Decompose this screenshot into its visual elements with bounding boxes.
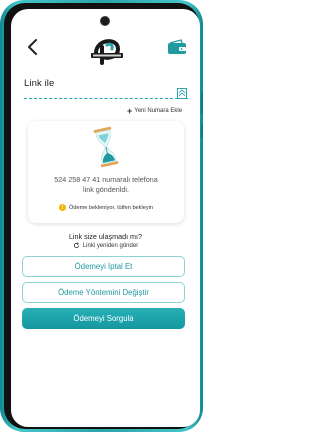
front-camera	[100, 16, 110, 26]
plus-icon: +	[127, 106, 133, 116]
back-button[interactable]	[24, 37, 42, 57]
cancel-payment-button[interactable]: Ödemeyi İptal Et	[22, 256, 185, 277]
change-payment-method-button[interactable]: Ödeme Yöntemini Değiştir	[22, 282, 185, 303]
wallet-icon	[168, 39, 186, 54]
resend-link[interactable]: Linki yeniden gönder	[11, 242, 200, 249]
device-bezel: Link ile + Yeni Numara Ekle 524 258 47 4…	[4, 3, 200, 429]
flag-icon[interactable]	[177, 86, 187, 99]
wallet-button[interactable]	[167, 39, 187, 55]
add-number-label: Yeni Numara Ekle	[134, 108, 183, 114]
app-logo-icon	[91, 39, 123, 65]
phone-input-underline[interactable]	[24, 98, 188, 99]
payment-status-text: Ödeme bekleniyor, lütfen bekleyin	[69, 204, 153, 211]
hourglass-icon	[89, 126, 123, 168]
payment-status: ! Ödeme bekleniyor, lütfen bekleyin	[28, 204, 184, 211]
status-card: 524 258 47 41 numaralı telefona link gön…	[28, 121, 184, 223]
sms-sent-message: 524 258 47 41 numaralı telefona link gön…	[28, 175, 184, 194]
query-payment-button[interactable]: Ödemeyi Sorgula	[22, 308, 185, 329]
volume-button	[201, 92, 203, 114]
power-button	[201, 124, 203, 138]
warning-icon: !	[59, 204, 67, 211]
app-logo	[88, 33, 126, 67]
section-title: Link ile	[24, 78, 55, 89]
resend-link-label: Linki yeniden gönder	[82, 242, 139, 249]
sms-sent-line-2: link gönderildi.	[83, 184, 129, 194]
app-screen: Link ile + Yeni Numara Ekle 524 258 47 4…	[11, 9, 200, 427]
link-not-received-question: Link size ulaşmadı mı?	[68, 232, 143, 241]
chevron-left-icon	[28, 39, 37, 55]
sms-sent-line-1: 524 258 47 41 numaralı telefona	[54, 175, 158, 184]
add-number-link[interactable]: + Yeni Numara Ekle	[127, 106, 183, 116]
device-frame: Link ile + Yeni Numara Ekle 524 258 47 4…	[0, 0, 203, 432]
refresh-icon	[73, 242, 79, 249]
